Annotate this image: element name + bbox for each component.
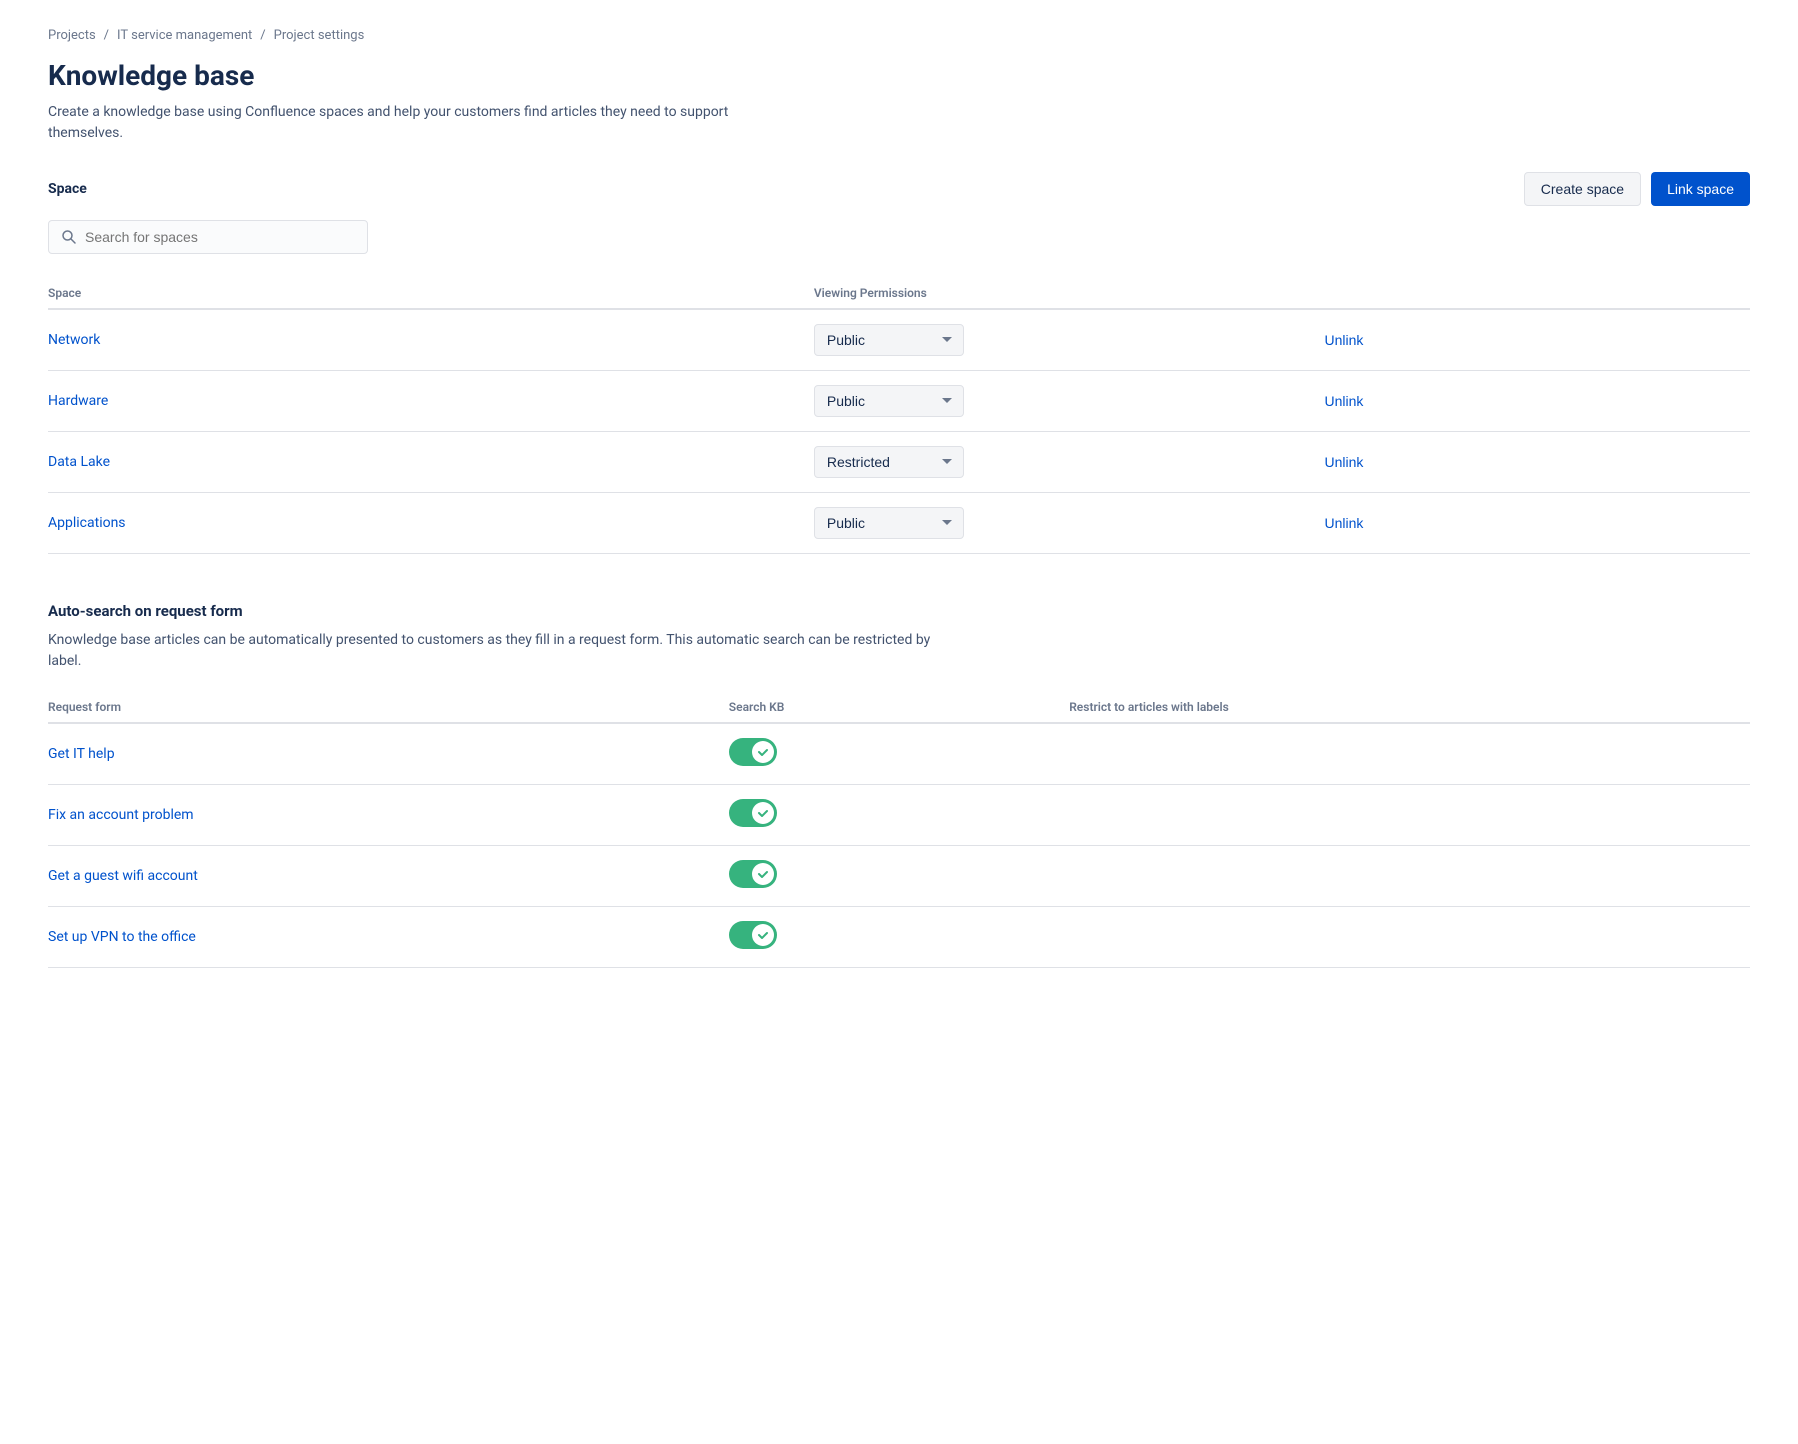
table-row: Network PublicRestrictedPrivate Unlink [48,309,1750,371]
col-header-restrict-labels: Restrict to articles with labels [1069,692,1750,723]
breadcrumb: Projects / IT service management / Proje… [48,28,1750,43]
breadcrumb-sep-2: / [260,28,265,43]
space-section-header: Space Create space Link space [48,172,1750,206]
search-kb-toggle[interactable] [729,860,777,888]
list-item: Get a guest wifi account [48,846,1750,907]
link-space-button[interactable]: Link space [1651,172,1750,206]
auto-search-title: Auto-search on request form [48,602,1750,620]
permission-select[interactable]: PublicRestrictedPrivate [814,507,964,539]
request-form-link[interactable]: Set up VPN to the office [48,929,196,945]
breadcrumb-project-settings[interactable]: Project settings [274,28,365,43]
list-item: Fix an account problem [48,785,1750,846]
col-header-permissions: Viewing Permissions [814,278,1325,309]
restrict-labels-cell [1069,785,1750,846]
col-header-request-form: Request form [48,692,729,723]
col-header-space: Space [48,278,814,309]
table-row: Hardware PublicRestrictedPrivate Unlink [48,371,1750,432]
check-icon [757,868,769,880]
unlink-button[interactable]: Unlink [1324,515,1363,531]
restrict-labels-cell [1069,846,1750,907]
unlink-button[interactable]: Unlink [1324,332,1363,348]
page-subtitle: Create a knowledge base using Confluence… [48,102,748,144]
space-name-link[interactable]: Hardware [48,393,108,409]
check-icon [757,746,769,758]
unlink-button[interactable]: Unlink [1324,454,1363,470]
space-name-link[interactable]: Applications [48,515,126,531]
list-item: Set up VPN to the office [48,907,1750,968]
breadcrumb-it-service[interactable]: IT service management [117,28,252,43]
page-title: Knowledge base [48,59,1750,92]
spaces-table: Space Viewing Permissions Network PublicR… [48,278,1750,554]
auto-search-desc: Knowledge base articles can be automatic… [48,630,948,672]
request-form-link[interactable]: Get a guest wifi account [48,868,198,884]
create-space-button[interactable]: Create space [1524,172,1641,206]
search-box [48,220,368,254]
restrict-labels-cell [1069,723,1750,785]
search-kb-toggle[interactable] [729,799,777,827]
space-name-link[interactable]: Network [48,332,100,348]
request-form-link[interactable]: Get IT help [48,746,115,762]
col-header-search-kb: Search KB [729,692,1069,723]
check-icon [757,807,769,819]
table-row: Applications PublicRestrictedPrivate Unlin… [48,493,1750,554]
breadcrumb-sep-1: / [104,28,109,43]
restrict-labels-cell [1069,907,1750,968]
request-table: Request form Search KB Restrict to artic… [48,692,1750,968]
space-label: Space [48,181,87,197]
search-input[interactable] [85,229,355,245]
table-row: Data Lake PublicRestrictedPrivate Unlink [48,432,1750,493]
auto-search-section: Auto-search on request form Knowledge ba… [48,602,1750,968]
request-form-link[interactable]: Fix an account problem [48,807,194,823]
space-action-buttons: Create space Link space [1524,172,1750,206]
search-kb-toggle[interactable] [729,921,777,949]
breadcrumb-projects[interactable]: Projects [48,28,96,43]
permission-select[interactable]: PublicRestrictedPrivate [814,324,964,356]
unlink-button[interactable]: Unlink [1324,393,1363,409]
search-icon [61,229,77,245]
permission-select[interactable]: PublicRestrictedPrivate [814,446,964,478]
col-header-action [1324,278,1750,309]
permission-select[interactable]: PublicRestrictedPrivate [814,385,964,417]
check-icon [757,929,769,941]
space-name-link[interactable]: Data Lake [48,454,110,470]
search-kb-toggle[interactable] [729,738,777,766]
list-item: Get IT help [48,723,1750,785]
